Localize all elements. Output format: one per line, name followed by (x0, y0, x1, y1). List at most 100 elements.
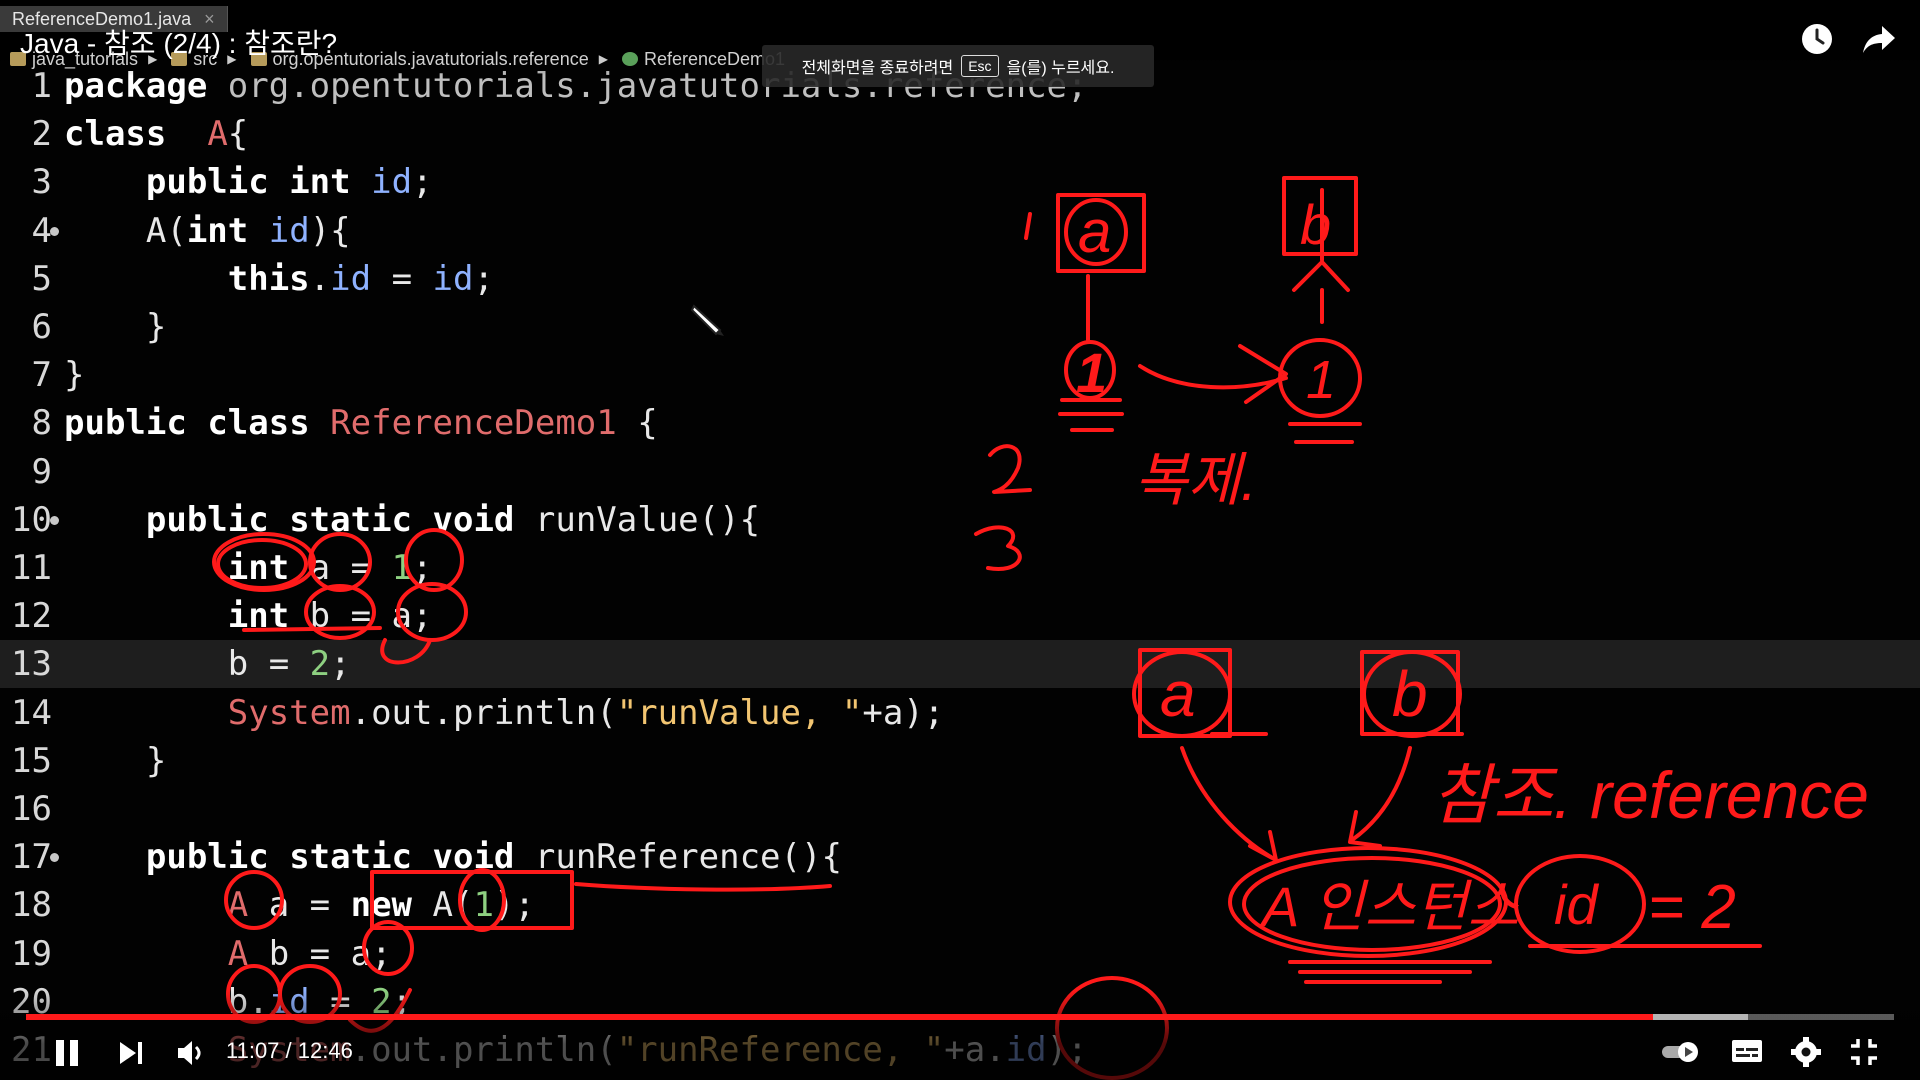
code-line[interactable]: 12 int b = a; (0, 592, 1920, 640)
code-line[interactable]: 4 A(int id){ (0, 207, 1920, 255)
pen-cursor-icon (690, 304, 724, 336)
code-token: . (309, 258, 331, 299)
code-token: 1 (391, 548, 413, 588)
fold-marker-icon[interactable] (50, 515, 59, 525)
code-token: class (207, 403, 310, 444)
code-text: A a = new A(1); (64, 881, 535, 929)
code-token: ; (473, 258, 494, 299)
code-line[interactable]: 15 } (0, 737, 1920, 785)
time-display: 11:07 / 12:46 (226, 1038, 353, 1063)
code-line[interactable]: 5 this.id = id; (0, 255, 1920, 303)
code-token: ; (412, 548, 433, 588)
code-line[interactable]: 8 public class ReferenceDemo1 { (0, 399, 1920, 447)
player-controls: 11:07 / 12:46 (0, 990, 1920, 1080)
code-token: public (145, 837, 269, 878)
code-token: } (64, 355, 85, 396)
fold-marker-icon[interactable] (50, 226, 59, 236)
code-token: { (616, 403, 658, 444)
line-number: 15 (11, 740, 52, 781)
code-text: class A{ (64, 110, 248, 158)
code-token: 1 (473, 885, 494, 926)
share-icon[interactable] (1862, 24, 1896, 54)
code-token: id (432, 258, 474, 299)
code-text: A b = a; (64, 930, 392, 978)
breadcrumb-item-class[interactable]: ReferenceDemo1 (621, 49, 785, 70)
fullscreen-exit-hint: 전체화면을 종료하려면 Esc 을(를) 누르세요. (762, 45, 1154, 87)
code-line[interactable]: 9 (0, 448, 1920, 496)
code-token: void (432, 499, 515, 540)
line-number: 16 (11, 789, 52, 829)
code-token: int (186, 210, 249, 251)
code-line[interactable]: 11 int a = 1; (0, 544, 1920, 592)
code-token: ; (330, 644, 351, 685)
code-token: class (64, 114, 167, 155)
code-text: } (64, 303, 166, 351)
code-line[interactable]: 6 } (0, 303, 1920, 351)
code-token: id (330, 258, 372, 299)
code-text: System.out.println("runValue, "+a); (64, 689, 944, 737)
line-number: 2 (31, 114, 52, 155)
code-line[interactable]: 13 b = 2; (0, 640, 1920, 689)
volume-icon[interactable] (174, 1036, 208, 1070)
esc-key: Esc (961, 55, 999, 77)
code-token: b = a; (248, 933, 392, 974)
settings-icon[interactable] (1790, 1036, 1822, 1068)
code-line[interactable]: 18 A a = new A(1); (0, 881, 1920, 929)
code-text: this.id = id; (64, 255, 494, 303)
code-line[interactable]: 3 public int id; (0, 158, 1920, 206)
code-token: A (207, 114, 228, 155)
autoplay-toggle-icon[interactable] (1660, 1040, 1700, 1064)
code-token: static (289, 837, 413, 878)
code-token: int (227, 548, 290, 588)
code-token: int (289, 162, 351, 203)
code-line[interactable]: 7} (0, 351, 1920, 399)
code-text: A(int id){ (64, 207, 351, 255)
current-time: 11:07 (226, 1038, 280, 1063)
code-token: } (64, 307, 167, 347)
code-token: A( (412, 885, 474, 926)
code-token: A( (64, 210, 187, 251)
code-token: +a); (862, 692, 945, 733)
progress-bar[interactable] (26, 1014, 1894, 1020)
pause-icon[interactable] (52, 1036, 82, 1070)
line-number: 5 (31, 258, 52, 299)
code-line[interactable]: 14 System.out.println("runValue, "+a); (0, 689, 1920, 737)
code-line[interactable]: 2 class A{ (0, 110, 1920, 158)
code-token: 2 (309, 644, 331, 685)
line-number: 8 (31, 403, 52, 444)
video-title[interactable]: Java - 참조 (2/4) : 참조란? (20, 22, 337, 62)
line-number: 13 (11, 644, 52, 685)
code-editor[interactable]: 1 package org.opentutorials.javatutorials… (0, 60, 1920, 1080)
watch-later-icon[interactable] (1800, 22, 1834, 56)
code-token: public (64, 403, 187, 444)
line-number: 17 (11, 837, 52, 878)
code-text: public static void runValue(){ (64, 496, 760, 544)
code-token: b = (64, 644, 310, 685)
code-line[interactable]: 10 public static void runValue(){ (0, 496, 1920, 544)
code-token: a = (248, 885, 351, 926)
subtitles-icon[interactable] (1730, 1036, 1764, 1066)
fold-marker-icon[interactable] (50, 853, 59, 863)
code-token: "runValue, " (616, 692, 863, 733)
line-number: 18 (11, 885, 52, 926)
code-line[interactable]: 19 A b = a; (0, 930, 1920, 978)
code-line[interactable]: 17 public static void runReference(){ (0, 833, 1920, 881)
exit-fullscreen-icon[interactable] (1848, 1036, 1880, 1068)
next-icon[interactable] (116, 1036, 146, 1070)
chevron-right-icon: ▶ (598, 52, 608, 66)
code-token: .out.println( (350, 692, 617, 733)
code-text: int b = a; (64, 592, 433, 640)
line-number: 4 (31, 210, 52, 251)
code-line[interactable]: 16 (0, 785, 1920, 833)
code-token: b = a; (289, 596, 433, 637)
line-number: 10 (11, 499, 52, 540)
